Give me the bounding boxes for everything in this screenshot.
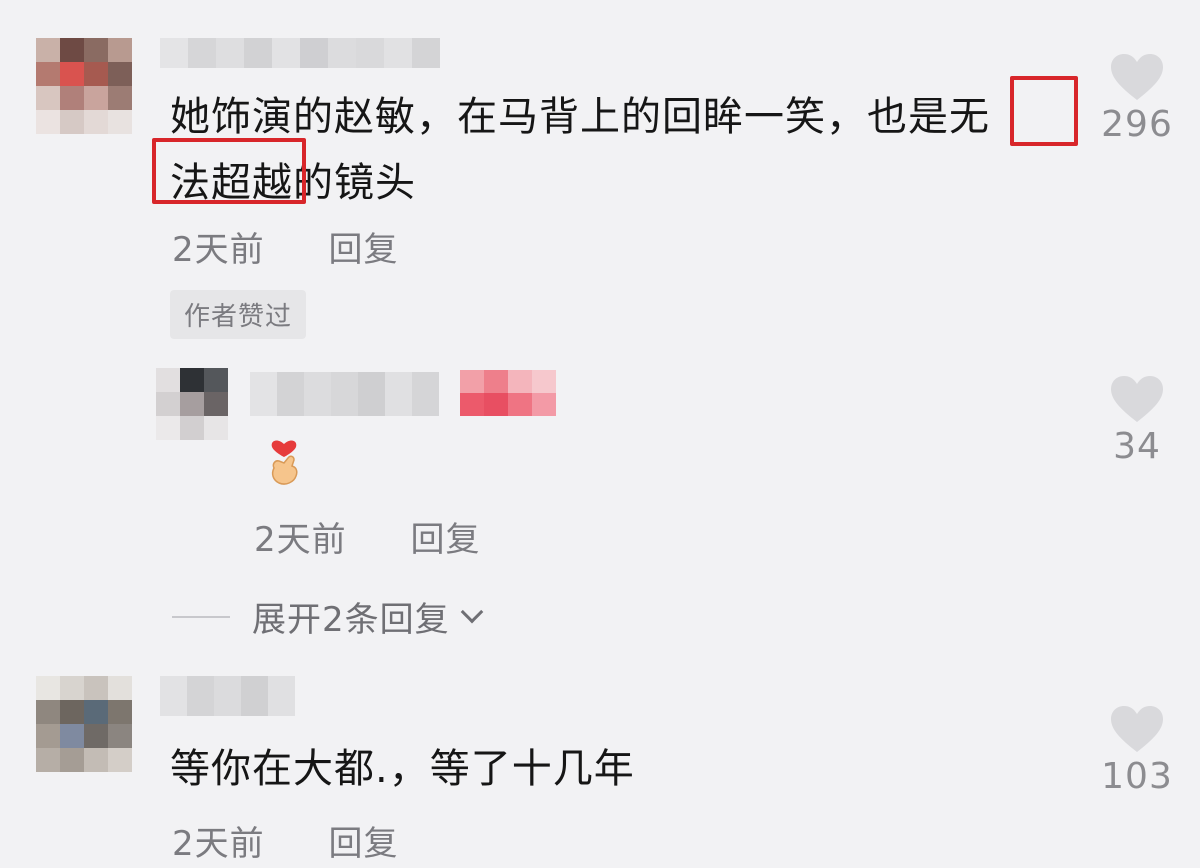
heart-icon (1111, 706, 1163, 752)
username-blurred[interactable] (160, 676, 296, 716)
comment-text-line: 等你在大都.，等了十几年 (170, 746, 635, 792)
highlight-box (152, 138, 306, 204)
expand-replies-button[interactable]: 展开2条回复 (172, 592, 483, 641)
avatar[interactable] (156, 368, 228, 440)
divider-line (172, 615, 230, 618)
reply-button[interactable]: 回复 (410, 520, 480, 560)
reply-button[interactable]: 回复 (328, 230, 398, 270)
heart-icon (1111, 54, 1163, 100)
comment-time: 2天前 (172, 824, 265, 864)
comment-text-line: 法超越的镜头 (170, 160, 416, 206)
like-count: 296 (1101, 104, 1173, 145)
like-button[interactable]: 34 (1087, 374, 1187, 467)
reply-target-blurred[interactable] (460, 370, 556, 416)
avatar[interactable] (36, 38, 132, 134)
avatar[interactable] (36, 676, 132, 772)
comment-text-line: 她饰演的赵敏，在马背上的回眸一笑，也是无 (170, 94, 990, 140)
finger-heart-emoji (264, 430, 304, 490)
comment-time: 2天前 (254, 520, 347, 560)
like-count: 34 (1113, 426, 1161, 467)
username-blurred[interactable] (250, 372, 439, 416)
like-button[interactable]: 103 (1087, 704, 1187, 797)
like-count: 103 (1101, 756, 1173, 797)
username-blurred[interactable] (160, 38, 440, 68)
author-liked-badge: 作者赞过 (170, 290, 307, 339)
reply-button[interactable]: 回复 (328, 824, 398, 864)
heart-icon (1111, 376, 1163, 422)
chevron-down-icon (460, 600, 483, 623)
like-button[interactable]: 296 (1087, 52, 1187, 145)
highlight-box (1010, 76, 1078, 146)
expand-replies-label: 展开2条回复 (252, 600, 450, 640)
comment-time: 2天前 (172, 230, 265, 270)
